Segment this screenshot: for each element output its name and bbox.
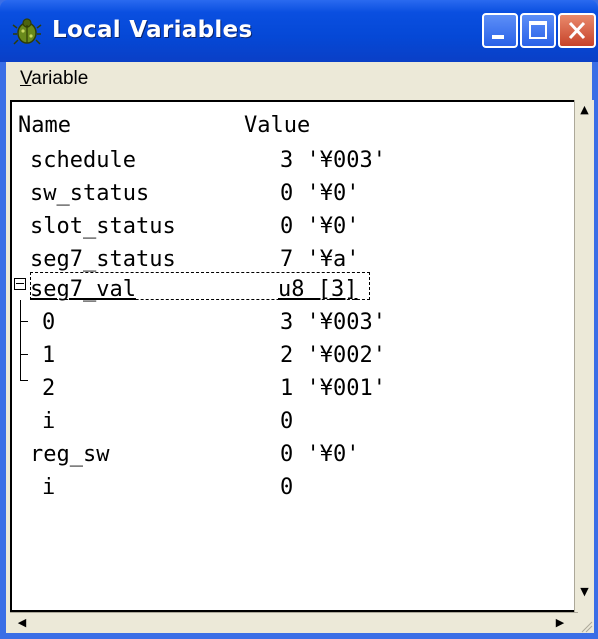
title-bar[interactable]: Local Variables <box>0 0 598 62</box>
var-name-schedule[interactable]: schedule <box>30 149 136 173</box>
bug-icon <box>12 18 42 45</box>
var-value-seg7-val-1[interactable]: 2 '¥002' <box>280 344 386 368</box>
menu-variable-mnemonic: V <box>20 68 32 89</box>
resize-grip-icon[interactable] <box>578 612 594 634</box>
column-header-value[interactable]: Value <box>244 114 310 138</box>
var-name-slot-status[interactable]: slot_status <box>30 215 176 239</box>
maximize-icon <box>529 21 547 39</box>
var-name-seg7-val-1[interactable]: 1 <box>42 344 55 368</box>
collapse-toggle-icon[interactable] <box>14 278 26 290</box>
var-value-i-2[interactable]: 0 <box>280 476 293 500</box>
scroll-up-icon[interactable]: ▲ <box>575 100 594 120</box>
close-icon <box>568 21 586 40</box>
menu-variable[interactable]: Variable <box>20 68 88 90</box>
var-value-slot-status[interactable]: 0 '¥0' <box>280 215 359 239</box>
horizontal-scrollbar[interactable]: ◀ ▶ <box>10 612 578 634</box>
tree-line-branch-1 <box>20 354 28 355</box>
scroll-left-icon[interactable]: ◀ <box>12 613 32 633</box>
var-value-i[interactable]: 0 <box>280 410 293 434</box>
window-title: Local Variables <box>52 17 253 43</box>
tree-line-branch-2 <box>20 380 28 381</box>
menu-bar: Variable <box>6 62 592 96</box>
window-bottom-border <box>0 633 598 639</box>
variables-list[interactable]: Name Value schedule 3 '¥003' sw_status 0… <box>10 100 578 612</box>
selected-row-focus <box>30 272 370 300</box>
var-name-seg7-val-0[interactable]: 0 <box>42 311 55 335</box>
var-value-reg-sw[interactable]: 0 '¥0' <box>280 443 359 467</box>
var-value-sw-status[interactable]: 0 '¥0' <box>280 182 359 206</box>
var-value-seg7-val-0[interactable]: 3 '¥003' <box>280 311 386 335</box>
vertical-scrollbar[interactable]: ▲ ▼ <box>574 100 594 612</box>
tree-line-vertical <box>20 300 21 380</box>
column-header-name[interactable]: Name <box>18 114 71 138</box>
maximize-button[interactable] <box>520 13 556 48</box>
local-variables-window: Local Variables Variable Name Value sche… <box>0 0 598 639</box>
close-button[interactable] <box>558 13 596 48</box>
var-name-seg7-status[interactable]: seg7_status <box>30 248 176 272</box>
var-value-seg7-val-2[interactable]: 1 '¥001' <box>280 377 386 401</box>
minimize-button[interactable] <box>482 13 518 48</box>
tree-line-branch-0 <box>20 321 28 322</box>
grip-lines <box>581 621 593 633</box>
var-name-seg7-val-2[interactable]: 2 <box>42 377 55 401</box>
var-value-schedule[interactable]: 3 '¥003' <box>280 149 386 173</box>
var-name-reg-sw[interactable]: reg_sw <box>30 443 109 467</box>
minimize-icon <box>492 35 504 39</box>
var-name-i[interactable]: i <box>42 410 55 434</box>
var-name-i-2[interactable]: i <box>42 476 55 500</box>
scroll-down-icon[interactable]: ▼ <box>575 582 594 602</box>
menu-variable-label: ariable <box>31 68 89 89</box>
scroll-right-icon[interactable]: ▶ <box>550 613 570 633</box>
var-value-seg7-status[interactable]: 7 '¥a' <box>280 248 359 272</box>
var-name-sw-status[interactable]: sw_status <box>30 182 149 206</box>
